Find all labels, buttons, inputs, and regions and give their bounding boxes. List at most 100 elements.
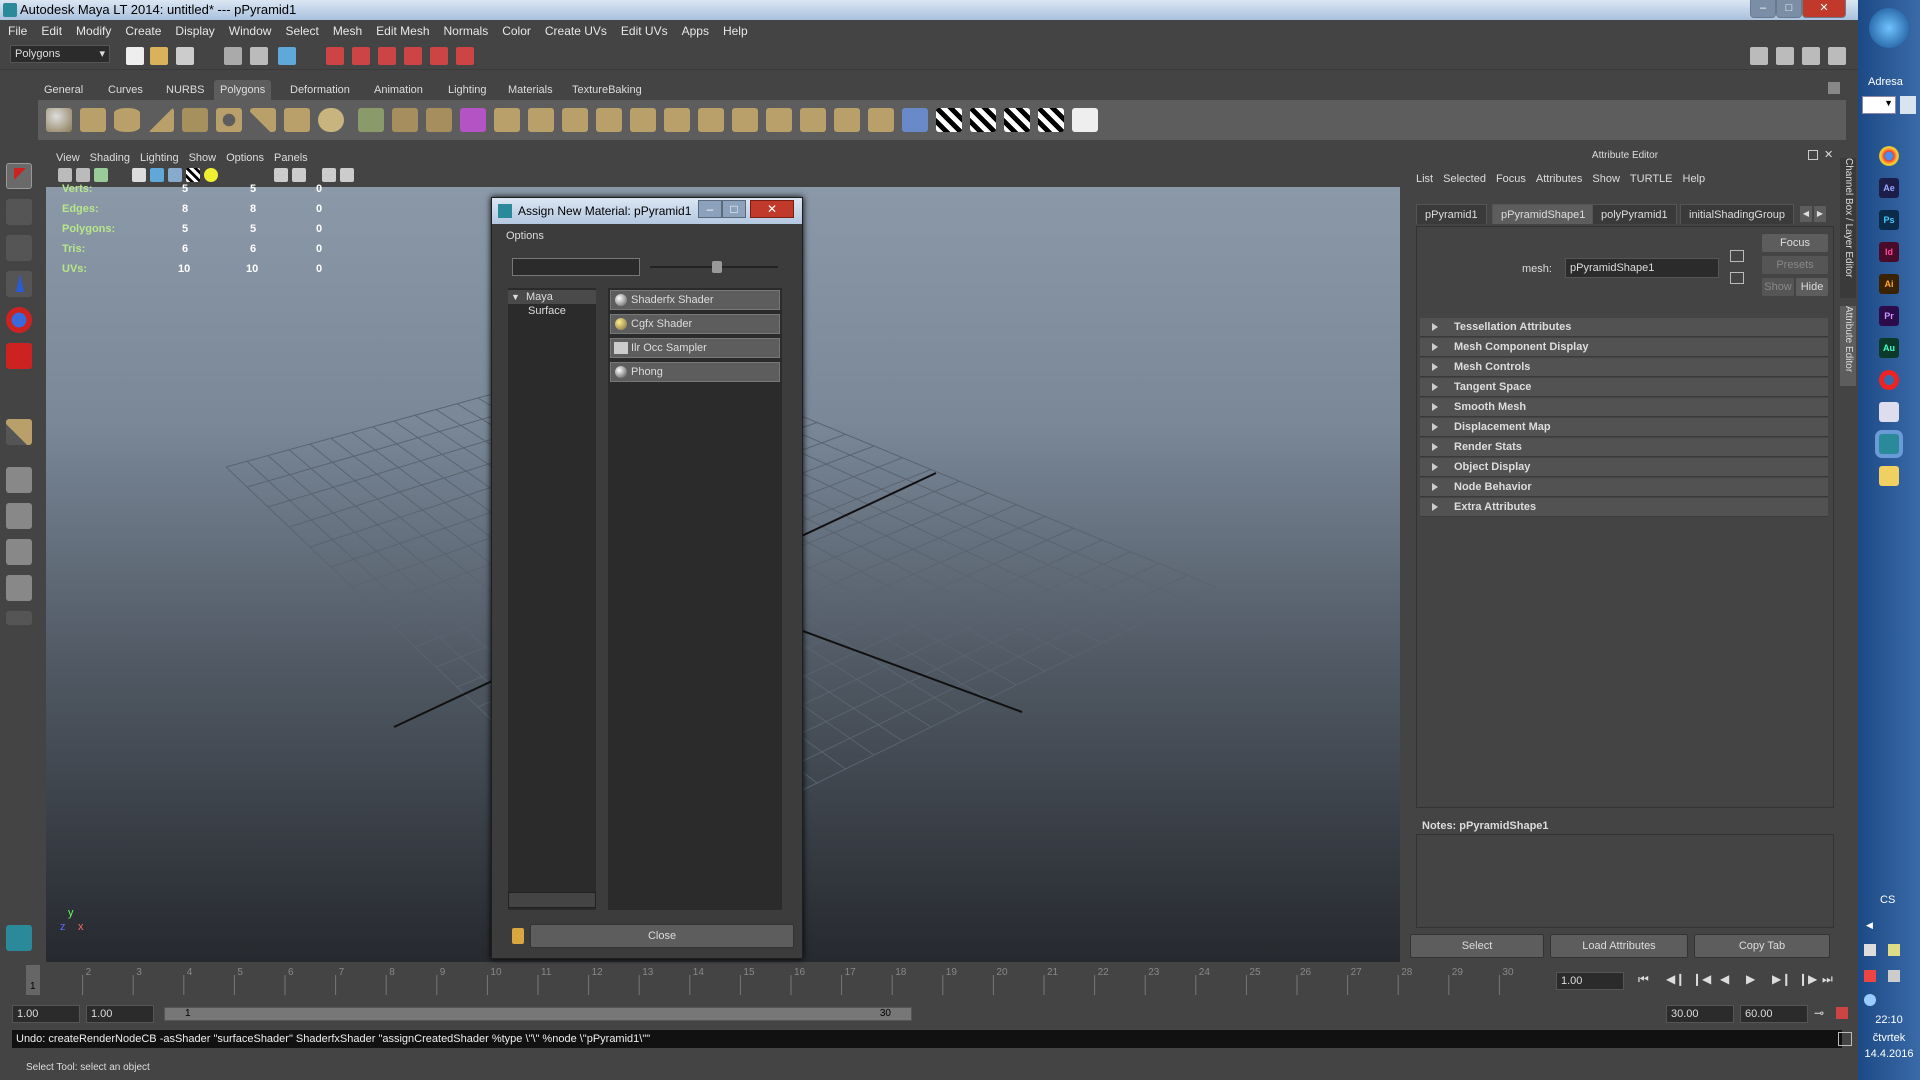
offset-loop-icon[interactable] — [698, 108, 724, 132]
tree-item-surface[interactable]: Surface — [528, 304, 566, 318]
copy-tab-button[interactable]: Copy Tab — [1694, 934, 1830, 958]
snap-curve-icon[interactable] — [352, 47, 370, 65]
poly-cone-icon[interactable] — [148, 108, 174, 132]
shader-item-cgfx[interactable]: Cgfx Shader — [610, 314, 780, 334]
shelf-tab-materials[interactable]: Materials — [502, 80, 559, 100]
step-forward-frame-icon[interactable]: ▶❙ — [1772, 972, 1791, 986]
viewport-menu-options[interactable]: Options — [226, 152, 264, 164]
step-back-frame-icon[interactable]: ❙◀ — [1692, 972, 1711, 986]
go-to-start-icon[interactable]: ⏮ — [1638, 972, 1649, 987]
ae-tab-initialshadinggroup[interactable]: initialShadingGroup — [1680, 204, 1795, 224]
start-button[interactable] — [1869, 8, 1909, 48]
anim-prefs-icon[interactable] — [1836, 1007, 1848, 1019]
shelf-tab-animation[interactable]: Animation — [368, 80, 429, 100]
poly-plane-icon[interactable] — [182, 108, 208, 132]
combine-icon[interactable] — [358, 108, 384, 132]
ae-menu-focus[interactable]: Focus — [1496, 173, 1526, 185]
outliner-toggle-icon[interactable] — [1802, 47, 1820, 65]
shelf-tab-deformation[interactable]: Deformation — [284, 80, 356, 100]
notes-field[interactable] — [1416, 834, 1834, 928]
close-button[interactable]: ✕ — [1802, 0, 1846, 18]
shelf-tab-lighting[interactable]: Lighting — [442, 80, 493, 100]
collapse-icon[interactable] — [766, 108, 792, 132]
shelf-tab-curves[interactable]: Curves — [102, 80, 149, 100]
dialog-options-menu[interactable]: Options — [506, 230, 544, 242]
menu-item[interactable]: Apps — [682, 24, 709, 38]
append-icon[interactable] — [596, 108, 622, 132]
slider-handle[interactable] — [712, 261, 722, 273]
reduce-icon[interactable] — [834, 108, 860, 132]
ae-tab-scroll-left-button[interactable]: ◀ — [1800, 206, 1812, 222]
ae-tab-scroll-right-button[interactable]: ▶ — [1814, 206, 1826, 222]
side-tab-channel-box[interactable]: Channel Box / Layer Editor — [1840, 158, 1856, 298]
action-center-icon[interactable] — [1864, 970, 1876, 982]
shelf-tab-texturebaking[interactable]: TextureBaking — [566, 80, 648, 100]
layout-persp-outliner-icon[interactable] — [6, 575, 32, 601]
clock-time[interactable]: 22:10 — [1858, 1014, 1920, 1026]
section-object-display[interactable]: Object Display — [1420, 458, 1828, 477]
ae-menu-help[interactable]: Help — [1683, 173, 1706, 185]
command-line[interactable]: Undo: createRenderNodeCB -asShader "surf… — [12, 1030, 1842, 1048]
shader-item-phong[interactable]: Phong — [610, 362, 780, 382]
shelf-menu-icon[interactable] — [1828, 82, 1840, 94]
bevel-icon[interactable] — [494, 108, 520, 132]
menu-item[interactable]: Edit UVs — [621, 24, 668, 38]
viewport-menu-shading[interactable]: Shading — [90, 152, 130, 164]
paint-select-tool-icon[interactable] — [6, 235, 32, 261]
current-time-field[interactable]: 1.00 — [1556, 972, 1624, 990]
xray-icon[interactable] — [292, 168, 306, 182]
uv-cylindrical-icon[interactable] — [970, 108, 996, 132]
uv-automatic-icon[interactable] — [1038, 108, 1064, 132]
bookmark-icon[interactable] — [94, 168, 108, 182]
maya-taskbar-icon[interactable] — [1879, 434, 1899, 454]
dialog-close-action-button[interactable]: Close — [530, 924, 794, 948]
address-go-icon[interactable] — [1900, 96, 1916, 114]
select-object-icon[interactable] — [250, 47, 268, 65]
script-editor-icon[interactable] — [1838, 1032, 1852, 1046]
ae-menu-selected[interactable]: Selected — [1443, 173, 1486, 185]
section-smooth-mesh[interactable]: Smooth Mesh — [1420, 398, 1828, 417]
layout-four-icon[interactable] — [6, 503, 32, 529]
language-indicator[interactable]: CS — [1880, 894, 1895, 906]
smooth-shade-icon[interactable] — [150, 168, 164, 182]
ae-menu-show[interactable]: Show — [1592, 173, 1620, 185]
menu-item[interactable]: Mesh — [333, 24, 362, 38]
hide-button[interactable]: Hide — [1796, 278, 1828, 296]
volume-icon[interactable] — [1864, 944, 1876, 956]
display-icon[interactable] — [1888, 970, 1900, 982]
media-player-app-icon[interactable] — [1879, 402, 1899, 422]
snap-grid-icon[interactable] — [326, 47, 344, 65]
focus-button[interactable]: Focus — [1762, 234, 1828, 252]
premiere-app-icon[interactable]: Pr — [1879, 306, 1899, 326]
poly-soccer-icon[interactable] — [318, 108, 344, 132]
ae-menu-list[interactable]: List — [1416, 173, 1433, 185]
network-icon[interactable] — [1888, 944, 1900, 956]
icon-size-slider[interactable] — [650, 261, 778, 273]
dialog-minimize-button[interactable]: – — [698, 200, 722, 218]
menu-item[interactable]: Normals — [444, 24, 489, 38]
photoshop-app-icon[interactable]: Ps — [1879, 210, 1899, 230]
load-attributes-button[interactable]: Load Attributes — [1550, 934, 1688, 958]
viewport-menu-lighting[interactable]: Lighting — [140, 152, 179, 164]
bridge-icon[interactable] — [562, 108, 588, 132]
layout-icon[interactable] — [1750, 47, 1768, 65]
channel-box-toggle-icon[interactable] — [1828, 47, 1846, 65]
select-component-icon[interactable] — [278, 47, 296, 65]
sculpt-icon[interactable] — [902, 108, 928, 132]
separate-icon[interactable] — [392, 108, 418, 132]
menu-item[interactable]: Select — [285, 24, 318, 38]
snap-surface-icon[interactable] — [430, 47, 448, 65]
uv-editor-icon[interactable] — [1072, 108, 1098, 132]
ae-menu-attributes[interactable]: Attributes — [1536, 173, 1582, 185]
extract-icon[interactable] — [426, 108, 452, 132]
section-node-behavior[interactable]: Node Behavior — [1420, 478, 1828, 497]
lasso-tool-icon[interactable] — [6, 199, 32, 225]
lock-icon[interactable] — [512, 928, 524, 944]
rotate-tool-icon[interactable] — [6, 307, 32, 333]
select-tool-icon[interactable] — [6, 163, 32, 189]
snap-plane-icon[interactable] — [404, 47, 422, 65]
shelf-tab-nurbs[interactable]: NURBS — [160, 80, 211, 100]
play-backward-icon[interactable]: ◀ — [1720, 972, 1729, 986]
layout-side-icon[interactable] — [6, 539, 32, 565]
ae-tab-ppyramidshape1[interactable]: pPyramidShape1 — [1492, 204, 1595, 224]
